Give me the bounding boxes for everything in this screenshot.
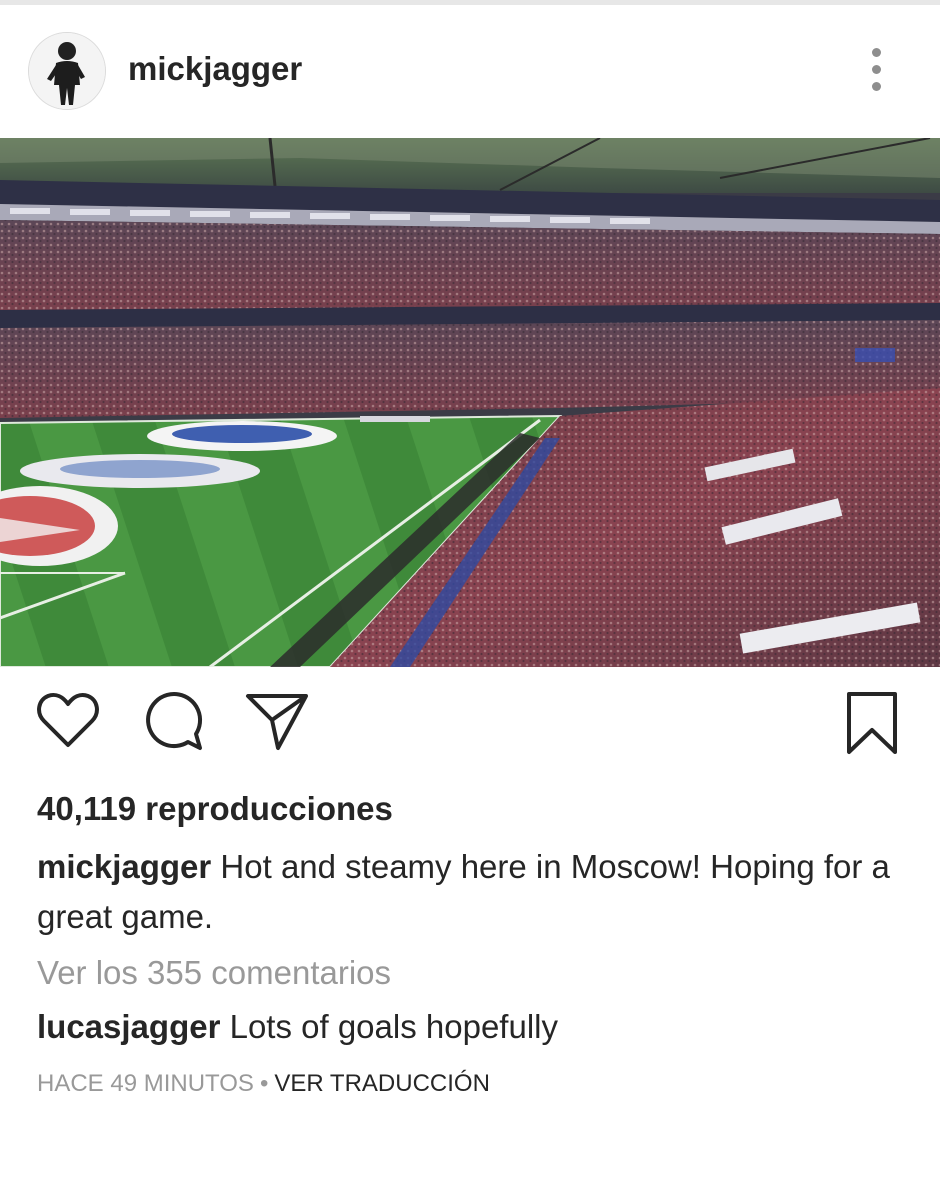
top-divider [0,0,940,5]
stadium-image [0,138,940,667]
send-paper-plane-icon[interactable] [244,690,310,752]
post-timestamp: HACE 49 MINUTOS [37,1070,254,1097]
view-comments-link[interactable]: Ver los 355 comentarios [37,954,391,992]
comment: lucasjagger Lots of goals hopefully [37,1008,558,1046]
caption-username[interactable]: mickjagger [37,848,211,885]
post-username[interactable]: mickjagger [128,50,302,88]
post-video[interactable] [0,138,940,667]
meta-separator: • [259,1070,269,1097]
post-header: mickjagger [0,28,940,116]
avatar[interactable] [28,32,106,110]
post-caption: mickjagger Hot and steamy here in Moscow… [37,842,897,942]
heart-icon[interactable] [36,690,100,750]
action-bar [0,690,940,770]
view-count[interactable]: 40,119 reproducciones [37,790,393,828]
bookmark-icon[interactable] [845,690,899,756]
comment-username[interactable]: lucasjagger [37,1008,220,1045]
post-meta: HACE 49 MINUTOS • VER TRADUCCIÓN [37,1070,490,1098]
avatar-silhouette [29,33,105,109]
see-translation-link[interactable]: VER TRADUCCIÓN [274,1070,490,1097]
comment-text: Lots of goals hopefully [229,1008,558,1045]
more-vertical-icon[interactable] [864,48,888,94]
comment-bubble-icon[interactable] [142,690,206,752]
